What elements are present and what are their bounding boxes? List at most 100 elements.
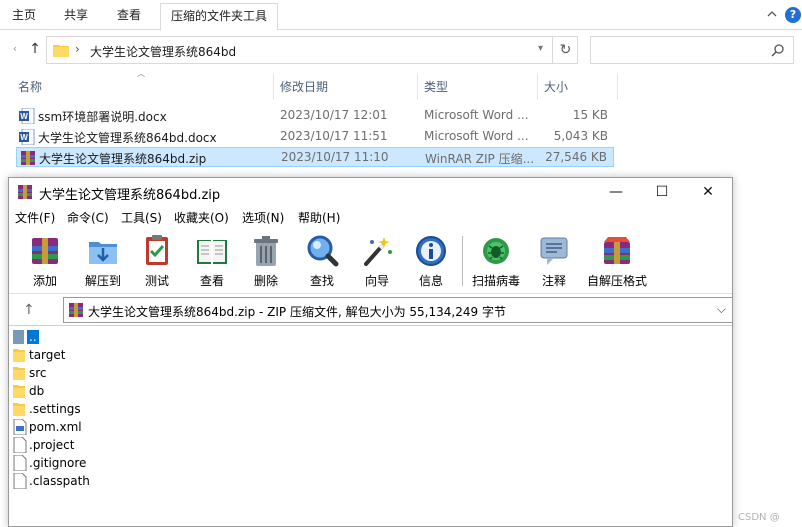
file-date: 2023/10/17 11:51 <box>280 129 388 143</box>
virus-scan-label: 扫描病毒 <box>471 274 520 288</box>
search-input[interactable] <box>590 36 794 64</box>
ribbon-tab-view[interactable]: 查看 <box>117 6 141 24</box>
address-dropdown-icon[interactable]: ▾ <box>538 43 543 54</box>
file-date: 2023/10/17 12:01 <box>280 108 388 122</box>
column-header-type[interactable]: 类型 <box>418 74 538 100</box>
list-item-name: target <box>29 348 66 362</box>
menu-commands[interactable]: 命令(C) <box>67 209 109 226</box>
file-row[interactable]: W 大学生论文管理系统864bd.docx 2023/10/17 11:51 M… <box>16 127 614 147</box>
comment-button[interactable]: 注释 <box>526 232 582 290</box>
archive-file-list: .. target src db .settings pom.xml .proj… <box>9 325 732 527</box>
winrar-title: 大学生论文管理系统864bd.zip <box>39 188 221 203</box>
menu-options[interactable]: 选项(N) <box>242 209 284 226</box>
help-icon[interactable]: ? <box>785 7 801 23</box>
ribbon-tab-compressed-folder-tools[interactable]: 压缩的文件夹工具 <box>160 3 279 31</box>
word-doc-icon: W <box>19 129 35 145</box>
winrar-titlebar[interactable]: 大学生论文管理系统864bd.zip — ☐ ✕ <box>9 178 732 206</box>
file-date: 2023/10/17 11:10 <box>281 150 389 164</box>
file-icon <box>13 473 27 489</box>
file-type: Microsoft Word ... <box>424 108 529 122</box>
wizard-button[interactable]: 向导 <box>349 232 405 290</box>
comment-icon <box>540 237 568 265</box>
list-item[interactable]: .settings <box>13 400 313 418</box>
list-item-parent[interactable]: .. <box>13 328 313 346</box>
view-button[interactable]: 查看 <box>184 232 240 290</box>
back-arrow-icon[interactable]: ‹ <box>6 40 24 58</box>
list-item[interactable]: pom.xml <box>13 418 313 436</box>
breadcrumb-separator-icon: › <box>75 42 80 56</box>
winrar-archive-icon <box>69 303 83 317</box>
file-row[interactable]: W ssm环境部署说明.docx 2023/10/17 12:01 Micros… <box>16 106 614 126</box>
archive-path-bar: ↑ 大学生论文管理系统864bd.zip - ZIP 压缩文件, 解包大小为 5… <box>9 295 733 325</box>
column-header-name[interactable]: 名称 <box>12 74 274 100</box>
menu-favorites[interactable]: 收藏夹(O) <box>174 209 229 226</box>
find-button[interactable]: 查找 <box>294 232 350 290</box>
menu-help[interactable]: 帮助(H) <box>298 209 340 226</box>
info-button[interactable]: 信息 <box>403 232 459 290</box>
xml-file-icon <box>13 419 27 435</box>
winrar-app-icon <box>18 185 32 199</box>
add-button[interactable]: 添加 <box>17 232 73 290</box>
add-archive-icon <box>32 238 58 264</box>
wizard-label: 向导 <box>364 274 389 288</box>
menu-tools[interactable]: 工具(S) <box>121 209 162 226</box>
test-label: 测试 <box>144 274 169 288</box>
up-one-level-icon[interactable]: ↑ <box>23 302 35 318</box>
refresh-icon[interactable]: ↻ <box>552 37 578 63</box>
file-size: 5,043 KB <box>553 129 608 143</box>
file-name: ssm环境部署说明.docx <box>38 110 167 124</box>
list-item[interactable]: src <box>13 364 313 382</box>
close-button[interactable]: ✕ <box>685 178 731 206</box>
sfx-label: 自解压格式 <box>586 274 647 288</box>
file-row-selected[interactable]: 大学生论文管理系统864bd.zip 2023/10/17 11:10 WinR… <box>16 147 614 167</box>
list-item[interactable]: db <box>13 382 313 400</box>
file-icon <box>13 437 27 453</box>
list-item[interactable]: .classpath <box>13 472 313 490</box>
extract-to-button[interactable]: 解压到 <box>75 232 131 290</box>
list-item-name: .project <box>29 438 75 452</box>
comment-label: 注释 <box>541 274 566 288</box>
list-item-name: pom.xml <box>29 420 82 434</box>
view-book-icon <box>197 240 227 264</box>
list-item[interactable]: target <box>13 346 313 364</box>
toolbar-separator <box>462 236 463 286</box>
column-header-date[interactable]: 修改日期 <box>274 74 418 100</box>
minimize-button[interactable]: — <box>593 178 639 206</box>
folder-icon <box>13 385 25 398</box>
svg-text:W: W <box>20 133 28 142</box>
folder-icon <box>13 349 25 362</box>
watermark: CSDN @ <box>738 512 780 523</box>
find-magnifier-icon <box>307 235 339 267</box>
list-item-name: src <box>29 366 47 380</box>
sfx-button[interactable]: 自解压格式 <box>582 232 652 290</box>
archive-path-text: 大学生论文管理系统864bd.zip - ZIP 压缩文件, 解包大小为 55,… <box>88 305 506 319</box>
archive-path-dropdown[interactable]: 大学生论文管理系统864bd.zip - ZIP 压缩文件, 解包大小为 55,… <box>63 297 733 323</box>
list-item[interactable]: .project <box>13 436 313 454</box>
address-path: 大学生论文管理系统864bd <box>90 45 237 59</box>
sfx-icon <box>604 237 630 264</box>
up-arrow-icon[interactable]: ↑ <box>26 40 44 58</box>
file-type: WinRAR ZIP 压缩... <box>425 152 535 166</box>
view-label: 查看 <box>199 274 224 288</box>
list-item[interactable]: .gitignore <box>13 454 313 472</box>
file-type: Microsoft Word ... <box>424 129 529 143</box>
collapse-ribbon-chevron-icon[interactable] <box>766 8 778 20</box>
virus-scan-icon <box>483 238 509 264</box>
extract-to-label: 解压到 <box>84 274 121 288</box>
ribbon-tab-share[interactable]: 共享 <box>64 6 88 24</box>
maximize-button[interactable]: ☐ <box>639 178 685 206</box>
winrar-toolbar: 添加 解压到 测试 查看 删除 查找 向导 信息 扫描病毒 注释 自解压格式 <box>9 228 732 294</box>
ribbon-tab-home[interactable]: 主页 <box>12 6 36 24</box>
file-name: 大学生论文管理系统864bd.zip <box>39 152 207 166</box>
menu-file[interactable]: 文件(F) <box>15 209 55 226</box>
file-size: 27,546 KB <box>545 150 607 164</box>
column-header-size[interactable]: 大小 <box>538 74 618 100</box>
list-item-name: db <box>29 384 45 398</box>
word-doc-icon: W <box>19 108 35 124</box>
delete-button[interactable]: 删除 <box>238 232 294 290</box>
find-label: 查找 <box>309 274 334 288</box>
virus-scan-button[interactable]: 扫描病毒 <box>468 232 524 290</box>
address-bar[interactable]: › 大学生论文管理系统864bd ▾ ↻ <box>46 36 578 64</box>
chevron-down-icon[interactable]: ⌵ <box>717 302 726 317</box>
test-button[interactable]: 测试 <box>129 232 185 290</box>
